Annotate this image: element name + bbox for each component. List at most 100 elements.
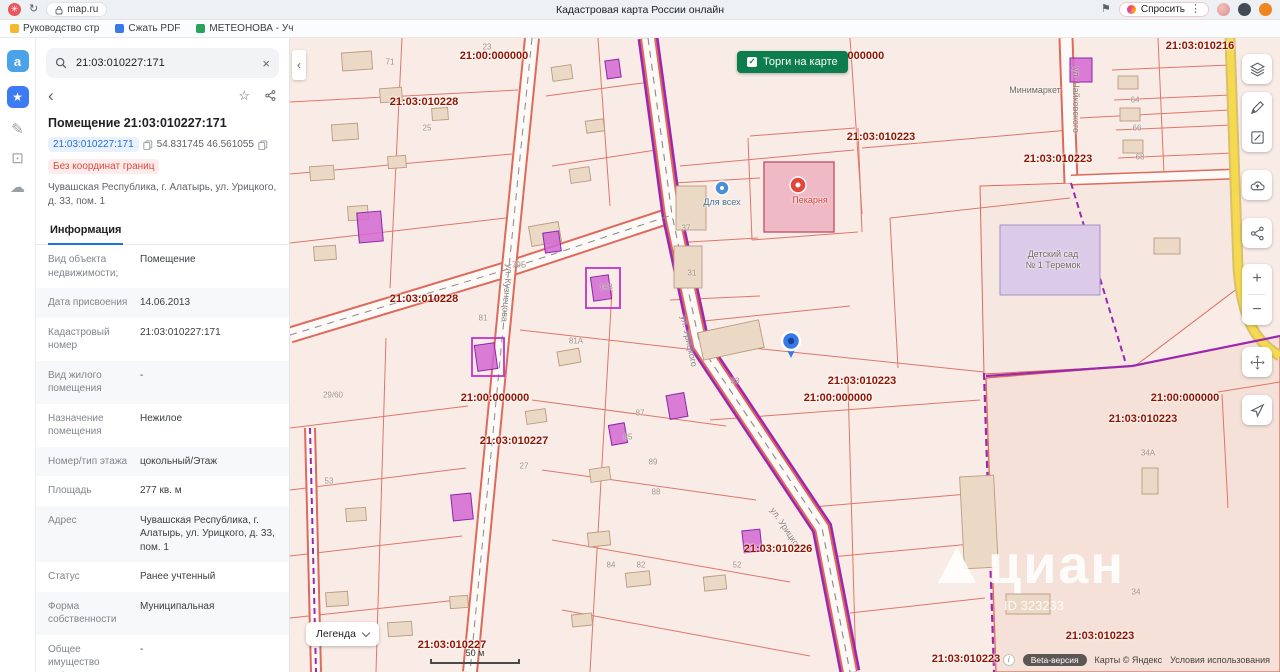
- table-row: Статус Ранее учтенный: [36, 562, 289, 592]
- zoom-in-button[interactable]: +: [1242, 264, 1272, 294]
- search-icon: [55, 57, 67, 69]
- draw-tools-group: [1242, 92, 1272, 152]
- table-row: Дата присвоения 14.06.2013: [36, 288, 289, 318]
- coordinates-value: 54.831745 46.561055: [156, 139, 254, 150]
- row-value: -: [140, 643, 144, 655]
- bookmark-favicon: [10, 24, 19, 33]
- scale-line: [430, 659, 520, 664]
- row-label: Дата присвоения: [48, 297, 128, 308]
- refresh-icon[interactable]: ↻: [29, 4, 38, 15]
- bookmark-favicon: [196, 24, 206, 33]
- locate-arrow-icon: [1249, 402, 1265, 418]
- object-panel: × ‹ ☆ Помещение 21:03:010227:171 21:03:0…: [36, 38, 290, 672]
- share-object-icon[interactable]: [264, 89, 277, 102]
- torgi-button[interactable]: ✓ Торги на карте: [737, 51, 848, 73]
- row-value: цокольный/Этаж: [140, 455, 218, 467]
- table-row: Кадастровый номер 21:03:010227:171: [36, 318, 289, 361]
- torgi-checkbox-icon: ✓: [747, 57, 757, 67]
- bookmark-item[interactable]: Руководство стр: [10, 23, 99, 34]
- layers-button[interactable]: [1242, 54, 1272, 84]
- ask-label: Спросить: [1140, 4, 1185, 15]
- cadastral-number-badge[interactable]: 21:03:010227:171: [48, 137, 139, 152]
- extension-icon[interactable]: [1238, 3, 1251, 16]
- cadastral-map-canvas[interactable]: [290, 38, 1280, 672]
- pan-icon: [1249, 354, 1265, 370]
- bookmark-favicon: [115, 24, 125, 33]
- table-row: Адрес Чувашская Республика, г. Алатырь, …: [36, 505, 289, 562]
- lock-icon: [55, 5, 63, 14]
- back-button[interactable]: ‹: [48, 87, 54, 104]
- object-title: Помещение 21:03:010227:171: [48, 116, 227, 130]
- rail-favorites-button[interactable]: ★: [6, 86, 29, 108]
- row-value: Чувашская Республика, г. Алатырь, ул. Ур…: [140, 514, 275, 553]
- map-attribution: i Beta-версия Карты © Яндекс Условия исп…: [1002, 654, 1270, 666]
- map-controls: + −: [1242, 54, 1272, 425]
- zoom-out-button[interactable]: −: [1242, 295, 1272, 325]
- row-value: Помещение: [140, 254, 196, 265]
- row-label: Кадастровый номер: [48, 326, 110, 352]
- table-row: Площадь 277 кв. м: [36, 476, 289, 506]
- legend-button[interactable]: Легенда: [306, 622, 379, 646]
- rail-cloud-icon[interactable]: ☁: [10, 180, 25, 195]
- page-title: Кадастровая карта России онлайн: [555, 3, 725, 16]
- clear-search-icon[interactable]: ×: [262, 56, 270, 71]
- bookmark-flag-icon[interactable]: ⚑: [1101, 4, 1111, 15]
- row-value: 14.06.2013: [140, 297, 191, 308]
- bookmark-item[interactable]: Сжать PDF: [115, 23, 180, 34]
- row-label: Форма собственности: [48, 600, 117, 626]
- pan-button[interactable]: [1242, 347, 1272, 377]
- account-badge[interactable]: [1259, 3, 1272, 16]
- search-input[interactable]: [74, 56, 256, 70]
- edit-button[interactable]: [1242, 122, 1272, 152]
- rail-draw-icon[interactable]: ✎: [11, 122, 24, 137]
- share-map-button[interactable]: [1242, 218, 1272, 248]
- legend-label: Легенда: [316, 628, 356, 640]
- url-text: map.ru: [67, 4, 99, 15]
- cloud-upload-icon: [1250, 180, 1265, 190]
- row-value: 21:03:010227:171: [140, 326, 221, 338]
- address-bar[interactable]: map.ru: [46, 2, 108, 17]
- bookmark-item[interactable]: МЕТЕОНОВА - Уч: [196, 23, 293, 34]
- map-area: ул. Урицкого ул. Урицкого ул. Чайковского у…: [290, 38, 1280, 672]
- bakery-poi-icon[interactable]: [789, 176, 807, 194]
- object-info-table: Вид объекта недвижимости; Помещение Дата…: [36, 245, 289, 672]
- panel-collapse-button[interactable]: ‹: [292, 50, 306, 80]
- torgi-label: Торги на карте: [763, 56, 838, 68]
- table-row: Вид жилого помещения -: [36, 360, 289, 404]
- row-value: 277 кв. м: [140, 485, 182, 496]
- terms-link[interactable]: Условия использования: [1170, 655, 1270, 665]
- accessibility-poi-icon[interactable]: [714, 180, 730, 196]
- beta-badge: Beta-версия: [1022, 654, 1087, 666]
- bookmarks-bar: Руководство стр Сжать PDF МЕТЕОНОВА - Уч: [0, 20, 1280, 38]
- scale-label: 50 м: [465, 648, 485, 658]
- ask-menu-dots-icon[interactable]: ⋮: [1190, 4, 1201, 15]
- ruler-button[interactable]: [1242, 92, 1272, 122]
- locate-button[interactable]: [1242, 395, 1272, 425]
- scale-bar: 50 м: [430, 648, 520, 664]
- app-rail: a ★ ✎ ⊡ ☁: [0, 38, 36, 672]
- ask-button[interactable]: Спросить ⋮: [1118, 2, 1209, 17]
- favorite-star-icon[interactable]: ☆: [238, 89, 250, 102]
- search-box[interactable]: ×: [46, 48, 279, 78]
- profile-avatar[interactable]: [1217, 3, 1230, 16]
- table-row: Назначение помещения Нежилое: [36, 404, 289, 447]
- minus-icon: −: [1252, 301, 1262, 318]
- table-row: Общее имущество собственников помещений …: [36, 635, 289, 672]
- row-value: Нежилое: [140, 412, 183, 424]
- browser-share-icon[interactable]: ✳: [8, 3, 21, 16]
- info-icon[interactable]: i: [1002, 654, 1015, 666]
- copy-icon[interactable]: [258, 139, 268, 150]
- edit-icon: [1250, 130, 1264, 144]
- rail-select-area-icon[interactable]: ⊡: [11, 151, 24, 166]
- copy-icon[interactable]: [142, 139, 153, 150]
- bookmark-label: Сжать PDF: [128, 23, 181, 34]
- upload-button[interactable]: [1242, 170, 1272, 200]
- row-value: Муниципальная: [140, 600, 215, 612]
- app-logo[interactable]: a: [6, 50, 29, 72]
- bakery-building: [763, 161, 835, 233]
- row-label: Назначение помещения: [48, 412, 104, 438]
- table-row: Вид объекта недвижимости; Помещение: [36, 245, 289, 288]
- chevron-down-icon: [361, 628, 371, 637]
- map-copyright: Карты © Яндекс: [1094, 655, 1163, 665]
- tab-information[interactable]: Информация: [48, 221, 124, 245]
